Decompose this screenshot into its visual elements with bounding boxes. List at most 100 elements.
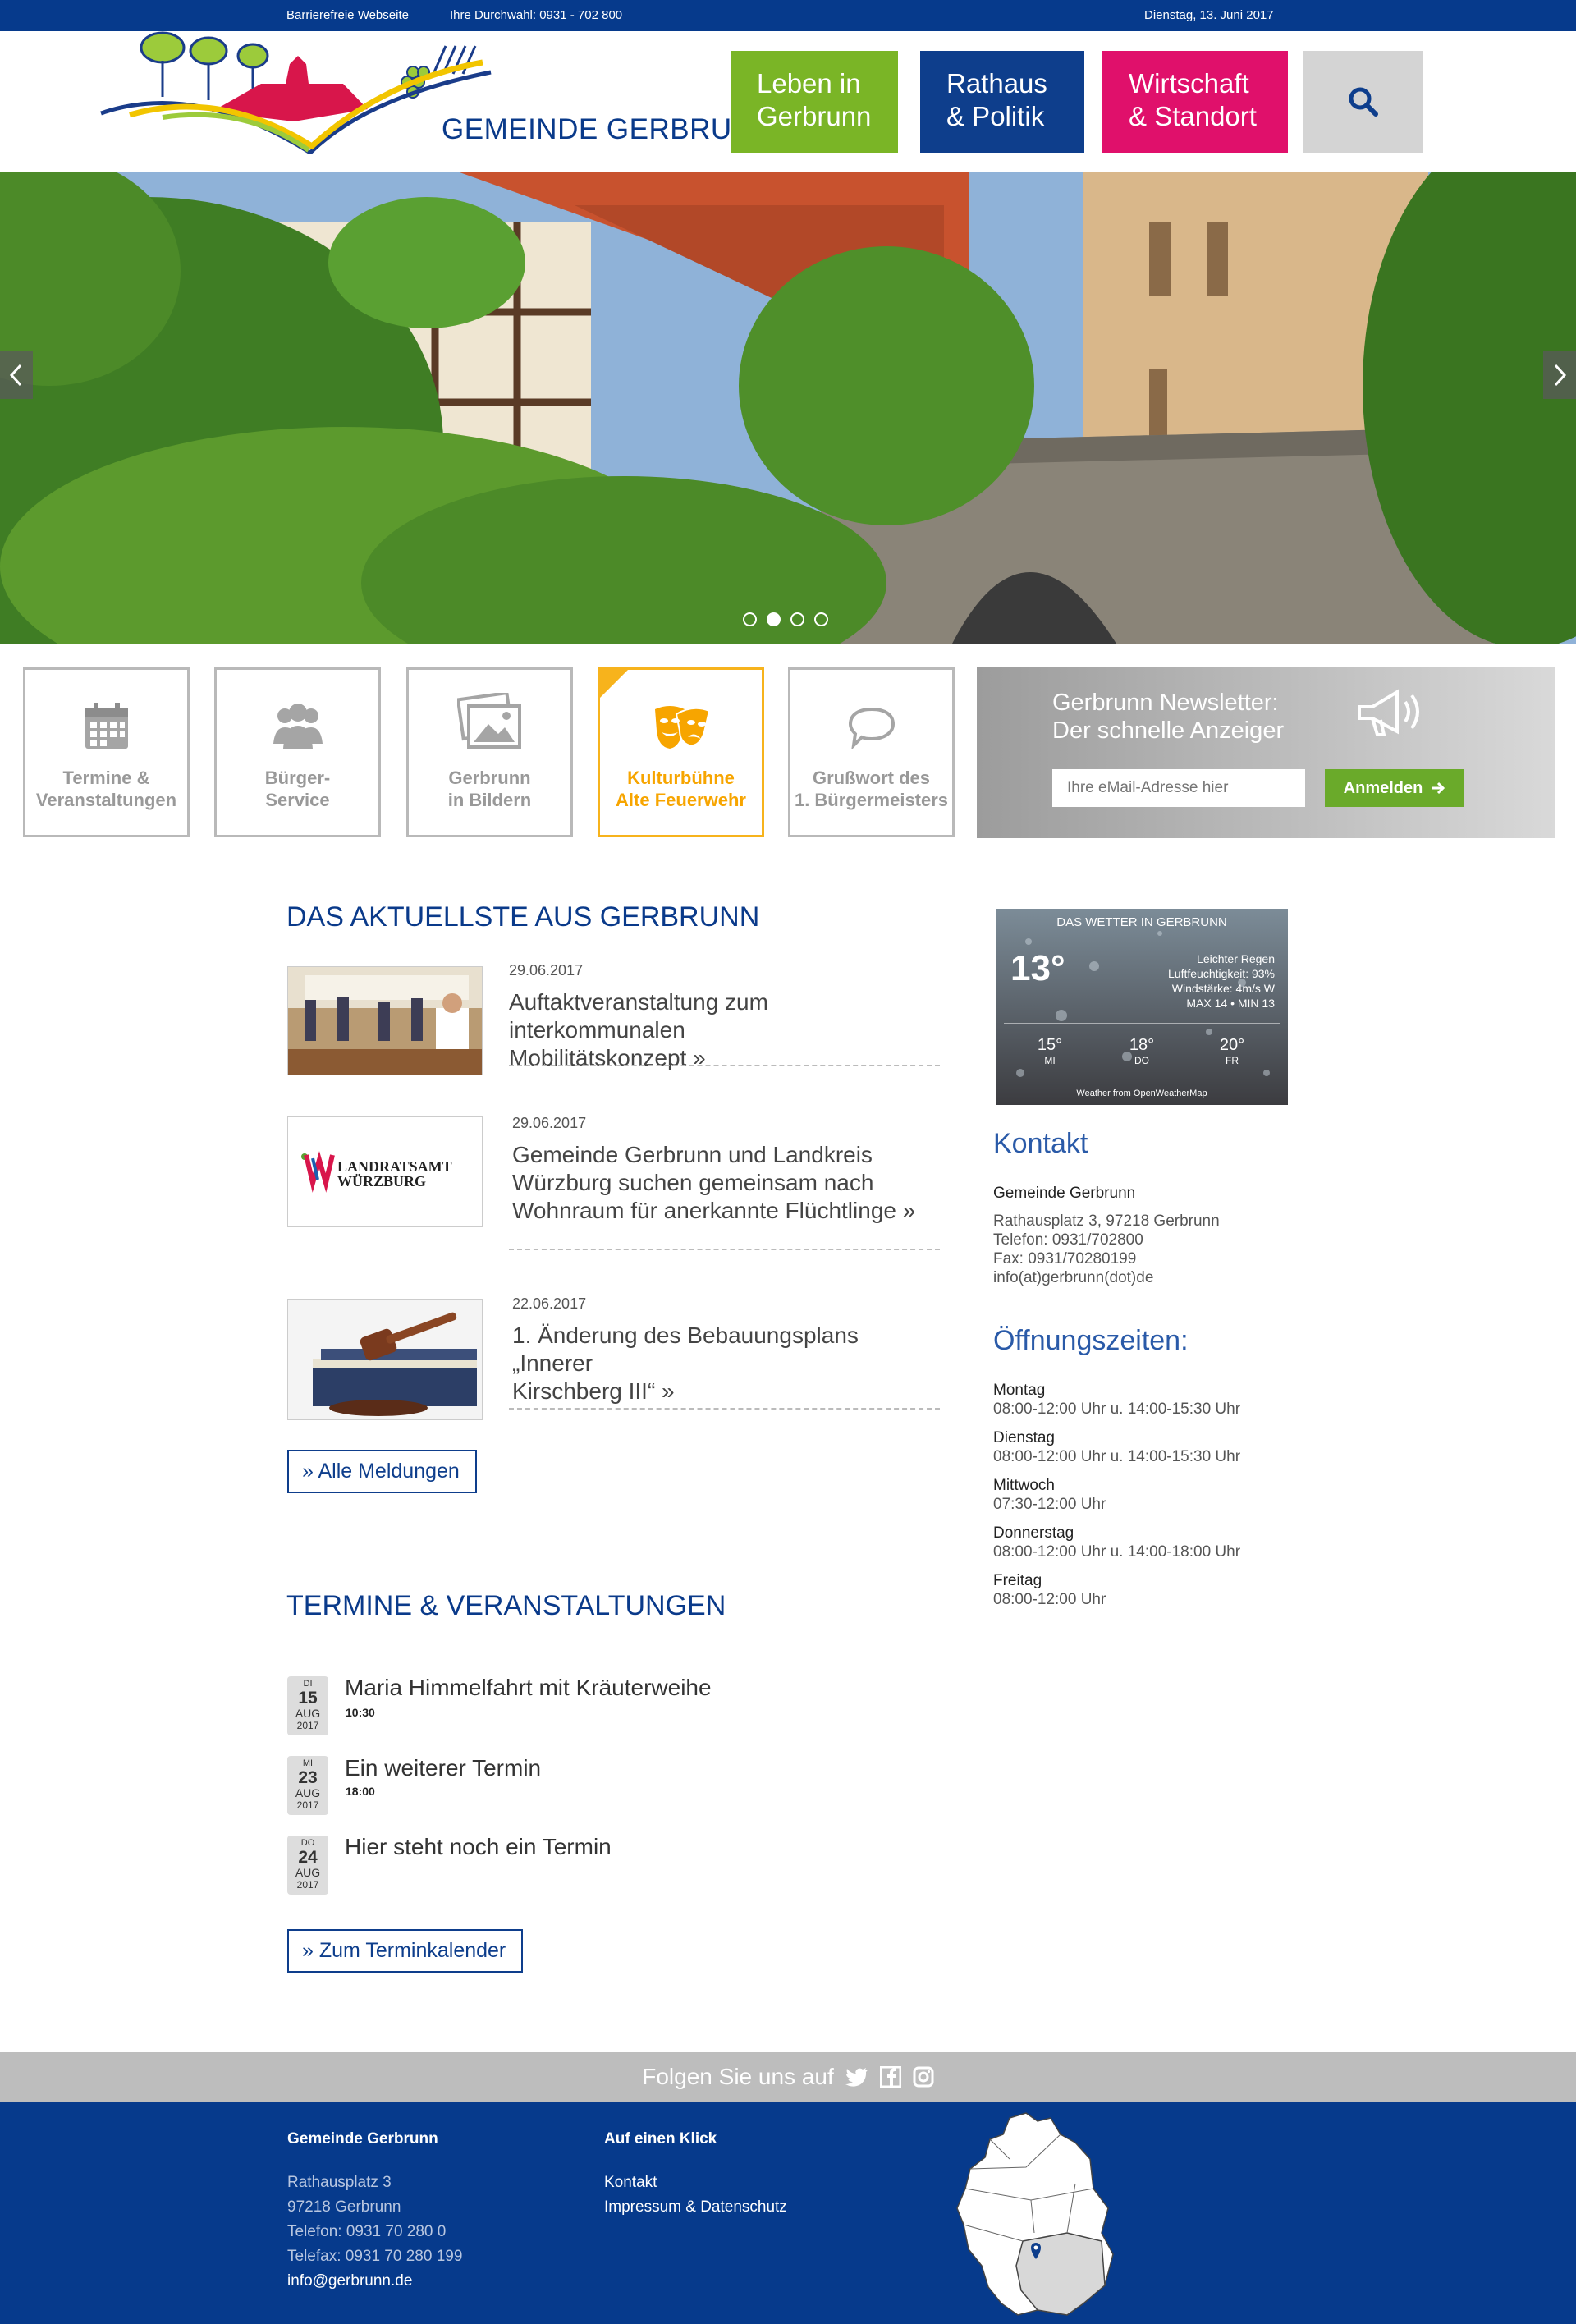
- tile-label-line1: Bürger-: [264, 768, 331, 788]
- news-title-2[interactable]: Gemeinde Gerbrunn und Landkreis Würzburg…: [512, 1141, 939, 1225]
- footer-link-impressum[interactable]: Impressum & Datenschutz: [604, 2195, 787, 2220]
- calendar-icon: [85, 703, 128, 749]
- footer-city: 97218 Gerbrunn: [287, 2198, 401, 2216]
- kontakt-email[interactable]: info(at)gerbrunn(dot)de: [993, 1268, 1153, 1287]
- slider-dot-1[interactable]: [743, 612, 757, 626]
- kontakt-name: Gemeinde Gerbrunn: [993, 1185, 1136, 1202]
- nav-label-line2: Gerbrunn: [757, 101, 872, 131]
- hero-image: [0, 172, 1576, 644]
- kontakt-fax: Fax: 0931/70280199: [993, 1250, 1137, 1267]
- slider-dot-2[interactable]: [767, 612, 781, 626]
- weather-attribution: Weather from OpenWeatherMap: [1076, 1089, 1207, 1098]
- news-title-line: 1. Änderung des Bebauungsplans „Innerer: [512, 1322, 859, 1376]
- footer-link-kontakt[interactable]: Kontakt: [604, 2170, 657, 2195]
- germany-map-icon: [956, 2112, 1114, 2316]
- event-year: 2017: [296, 1799, 319, 1811]
- tile-buerger-service[interactable]: Bürger- Service: [214, 667, 381, 837]
- slider-dot-4[interactable]: [814, 612, 828, 626]
- tile-termine[interactable]: Termine & Veranstaltungen: [23, 667, 190, 837]
- tile-label-line2: in Bildern: [447, 790, 532, 810]
- weather-title: DAS WETTER IN GERBRUNN: [1056, 915, 1227, 929]
- news-photo-gavel: [288, 1300, 482, 1419]
- news-title-line: Würzburg suchen gemeinsam nach: [512, 1170, 874, 1195]
- event-title-1[interactable]: Maria Himmelfahrt mit Kräuterweihe: [345, 1675, 712, 1701]
- news-image-2[interactable]: LANDRATSAMT WÜRZBURG: [287, 1116, 483, 1227]
- news-title-line: Kirschberg III“ »: [512, 1378, 675, 1404]
- weather-humidity: Luftfeuchtigkeit: 93%: [1168, 967, 1275, 980]
- subscribe-label: Anmelden: [1343, 778, 1423, 797]
- search-button[interactable]: [1303, 51, 1423, 153]
- instagram-icon[interactable]: [913, 2066, 934, 2088]
- hours-time: 08:00-12:00 Uhr u. 14:00-15:30 Uhr: [993, 1448, 1241, 1465]
- forecast-weekday: MI: [1044, 1055, 1056, 1066]
- photos-icon: [456, 693, 521, 749]
- newsletter-subtitle: Der schnelle Anzeiger: [1052, 717, 1285, 744]
- speech-bubble-icon: [848, 707, 895, 749]
- news-date: 29.06.2017: [509, 962, 584, 979]
- hours-day: Freitag: [993, 1572, 1042, 1589]
- event-day: 24: [298, 1848, 318, 1867]
- nav-label-line1: Leben in: [757, 68, 861, 99]
- landratsamt-logo: LANDRATSAMT WÜRZBURG: [288, 1117, 482, 1226]
- tile-label-line2: Veranstaltungen: [35, 790, 177, 810]
- slider-prev-button[interactable]: [0, 351, 33, 399]
- tile-label-line1: Termine &: [62, 768, 150, 788]
- weather-description: Leichter Regen Luftfeuchtigkeit: 93% Win…: [1168, 951, 1275, 1011]
- site-header: GEMEINDE GERBRUNN Leben in Gerbrunn Rath…: [0, 31, 1576, 172]
- twitter-icon[interactable]: [845, 2067, 868, 2087]
- top-bar: Barrierefreie Webseite Ihre Durchwahl: 0…: [0, 0, 1576, 31]
- news-image-1[interactable]: [287, 966, 483, 1075]
- footer-email-link[interactable]: info@gerbrunn.de: [287, 2269, 412, 2294]
- all-news-button[interactable]: » Alle Meldungen: [287, 1450, 477, 1493]
- weather-widget: DAS WETTER IN GERBRUNN 13° Leichter Rege…: [996, 909, 1288, 1105]
- tile-label-line2: 1. Bürgermeisters: [794, 790, 949, 810]
- forecast-day: 20° FR: [1207, 1036, 1257, 1066]
- event-title-3[interactable]: Hier steht noch ein Termin: [345, 1834, 612, 1860]
- accessible-link[interactable]: Barrierefreie Webseite: [286, 8, 409, 22]
- weather-minmax: MAX 14 • MIN 13: [1186, 997, 1275, 1010]
- event-month: AUG: [295, 1707, 321, 1720]
- forecast-day: 15° MI: [1025, 1036, 1074, 1066]
- footer-col2-heading: Auf einen Klick: [604, 2130, 717, 2148]
- nav-rathaus-politik[interactable]: Rathaus & Politik: [920, 51, 1084, 153]
- newsletter-email-input[interactable]: [1052, 769, 1305, 807]
- tile-grusswort[interactable]: Grußwort des 1. Bürgermeisters: [788, 667, 955, 837]
- weather-condition: Leichter Regen: [1197, 952, 1275, 965]
- footer-col1-heading: Gemeinde Gerbrunn: [287, 2130, 438, 2148]
- tile-kulturbuehne[interactable]: Kulturbühne Alte Feuerwehr: [598, 667, 764, 837]
- news-heading: DAS AKTUELLSTE AUS GERBRUNN: [286, 901, 760, 933]
- news-title-1[interactable]: Auftaktveranstaltung zum interkommunalen…: [509, 988, 936, 1072]
- newsletter-title: Gerbrunn Newsletter:: [1052, 690, 1279, 716]
- newsletter-subscribe-button[interactable]: Anmelden: [1325, 769, 1464, 807]
- hours-day: Donnerstag: [993, 1524, 1074, 1542]
- hours-time: 08:00-12:00 Uhr u. 14:00-18:00 Uhr: [993, 1543, 1241, 1561]
- slider-dot-3[interactable]: [790, 612, 804, 626]
- calendar-button[interactable]: » Zum Terminkalender: [287, 1929, 523, 1973]
- nav-label-line2: & Politik: [946, 101, 1045, 131]
- facebook-icon[interactable]: [879, 2066, 901, 2088]
- nav-wirtschaft-standort[interactable]: Wirtschaft & Standort: [1102, 51, 1288, 153]
- hours-heading: Öffnungszeiten:: [993, 1325, 1189, 1356]
- slider-next-button[interactable]: [1543, 351, 1576, 399]
- event-title-2[interactable]: Ein weiterer Termin: [345, 1755, 541, 1781]
- site-footer: Gemeinde Gerbrunn Rathausplatz 3 97218 G…: [0, 2102, 1576, 2324]
- event-date-badge: DO 24 AUG 2017: [287, 1836, 328, 1895]
- footer-phone: Telefon: 0931 70 280 0: [287, 2223, 447, 2240]
- hours-time: 07:30-12:00 Uhr: [993, 1496, 1106, 1513]
- tile-gerbrunn-in-bildern[interactable]: Gerbrunn in Bildern: [406, 667, 573, 837]
- news-image-3[interactable]: [287, 1299, 483, 1420]
- event-year: 2017: [296, 1879, 319, 1891]
- hero-slider: [0, 172, 1576, 644]
- site-logo[interactable]: GEMEINDE GERBRUNN: [97, 31, 774, 163]
- landratsamt-logo-text: LANDRATSAMT: [337, 1158, 452, 1175]
- news-title-line: Gemeinde Gerbrunn und Landkreis: [512, 1142, 873, 1167]
- event-weekday: MI: [302, 1758, 314, 1768]
- weather-wind: Windstärke: 4m/s W: [1171, 982, 1275, 995]
- news-title-3[interactable]: 1. Änderung des Bebauungsplans „Innerer …: [512, 1322, 939, 1405]
- nav-label-line2: & Standort: [1129, 101, 1257, 131]
- hours-day: Montag: [993, 1382, 1046, 1399]
- hours-time: 08:00-12:00 Uhr u. 14:00-15:30 Uhr: [993, 1400, 1241, 1418]
- nav-leben-in-gerbrunn[interactable]: Leben in Gerbrunn: [731, 51, 898, 153]
- forecast-weekday: DO: [1134, 1055, 1149, 1066]
- social-bar: Folgen Sie uns auf: [0, 2052, 1576, 2102]
